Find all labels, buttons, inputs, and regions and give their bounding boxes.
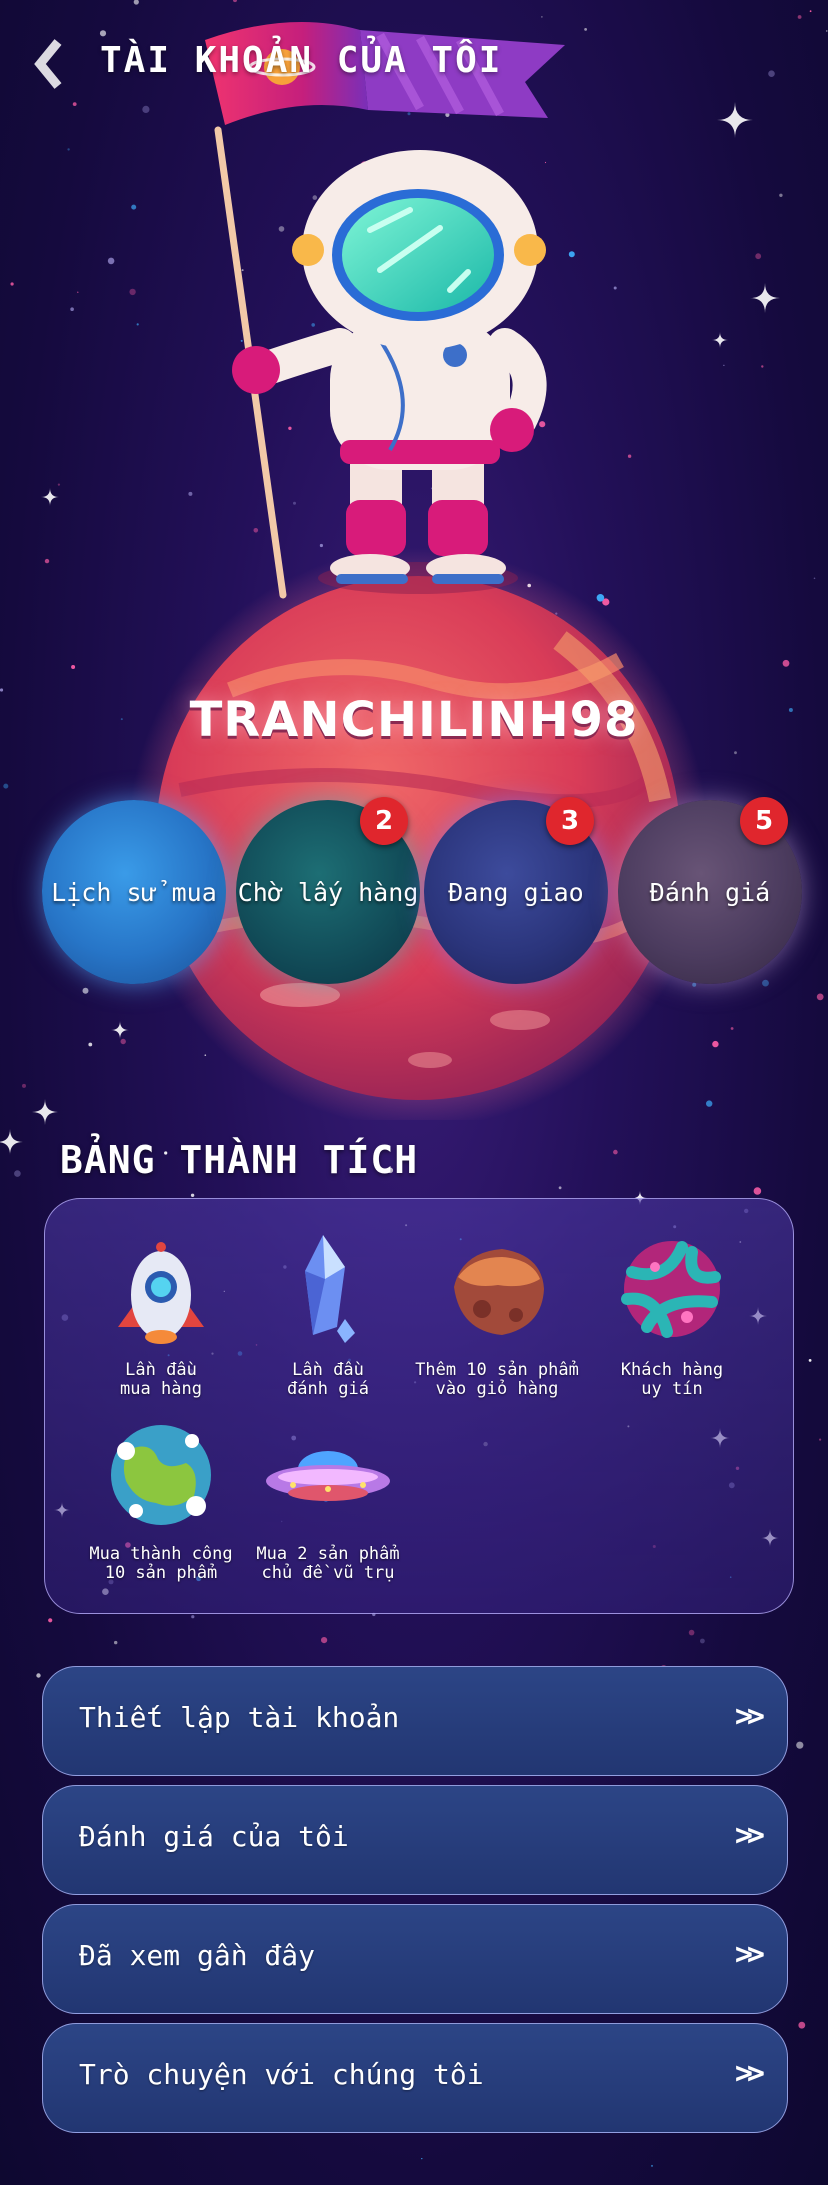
- achievement-add-10-to-cart[interactable]: Thêm 10 sản phẩm vào giỏ hàng: [407, 1227, 587, 1399]
- double-chevron-right-icon: >>: [734, 1818, 765, 1853]
- achievements-panel: Lần đầu mua hàng Lần đầu đánh giá Thêm 1…: [44, 1198, 794, 1614]
- menu-chat-with-us[interactable]: Trò chuyện với chúng tôi >>: [42, 2023, 788, 2133]
- achievement-label: Thêm 10 sản phẩm vào giỏ hàng: [415, 1360, 579, 1399]
- awaiting-pickup-label: Chờ lấy hàng: [237, 877, 419, 907]
- menu-label: Trò chuyện với chúng tôi: [79, 2058, 484, 2091]
- earth-icon: [111, 1425, 211, 1525]
- menu-label: Thiết lập tài khoản: [79, 1701, 400, 1734]
- menu-recently-viewed[interactable]: Đã xem gần đây >>: [42, 1904, 788, 2014]
- menu-label: Đánh giá của tôi: [79, 1820, 349, 1853]
- reviews-badge: 5: [740, 797, 788, 845]
- achievement-label: Lần đầu đánh giá: [287, 1360, 369, 1399]
- ufo-icon: [266, 1451, 390, 1501]
- astronaut-illustration: [232, 150, 547, 594]
- menu-account-settings[interactable]: Thiết lập tài khoản >>: [42, 1666, 788, 1776]
- achievement-first-review[interactable]: Lần đầu đánh giá: [238, 1227, 418, 1399]
- purchase-history-label: Lịch sử mua: [51, 877, 217, 907]
- rocket-icon: [118, 1242, 204, 1344]
- achievement-trusted-customer[interactable]: Khách hàng uy tín: [582, 1227, 762, 1399]
- page-title: TÀI KHOẢN CỦA TÔI: [100, 40, 503, 81]
- double-chevron-right-icon: >>: [734, 2056, 765, 2091]
- menu-label: Đã xem gần đây: [79, 1939, 316, 1972]
- double-chevron-right-icon: >>: [734, 1699, 765, 1734]
- planet-illustration: [128, 548, 708, 1120]
- achievement-first-purchase[interactable]: Lần đầu mua hàng: [71, 1227, 251, 1399]
- username: TRANCHILINH98: [189, 692, 639, 748]
- crystal-icon: [305, 1235, 355, 1343]
- asteroid-icon: [454, 1249, 544, 1335]
- reviews-label: Đánh giá: [649, 877, 771, 907]
- chevron-left-icon: [34, 39, 62, 89]
- achievement-label: Mua 2 sản phẩm chủ đề vũ trụ: [256, 1544, 400, 1583]
- achievement-label: Mua thành công 10 sản phẩm: [89, 1544, 233, 1583]
- back-button[interactable]: [30, 38, 70, 90]
- awaiting-pickup-badge: 2: [360, 797, 408, 845]
- double-chevron-right-icon: >>: [734, 1937, 765, 1972]
- alien-planet-icon: [621, 1241, 721, 1338]
- menu-my-reviews[interactable]: Đánh giá của tôi >>: [42, 1785, 788, 1895]
- achievement-label: Lần đầu mua hàng: [120, 1360, 202, 1399]
- shipping-badge: 3: [546, 797, 594, 845]
- achievement-10-purchases[interactable]: Mua thành công 10 sản phẩm: [71, 1411, 251, 1583]
- achievement-label: Khách hàng uy tín: [620, 1360, 724, 1399]
- shipping-label: Đang giao: [448, 877, 584, 907]
- achievements-title: BẢNG THÀNH TÍCH: [60, 1138, 419, 1182]
- purchase-history-button[interactable]: Lịch sử mua: [42, 800, 226, 984]
- achievement-space-theme[interactable]: Mua 2 sản phẩm chủ đề vũ trụ: [238, 1411, 418, 1583]
